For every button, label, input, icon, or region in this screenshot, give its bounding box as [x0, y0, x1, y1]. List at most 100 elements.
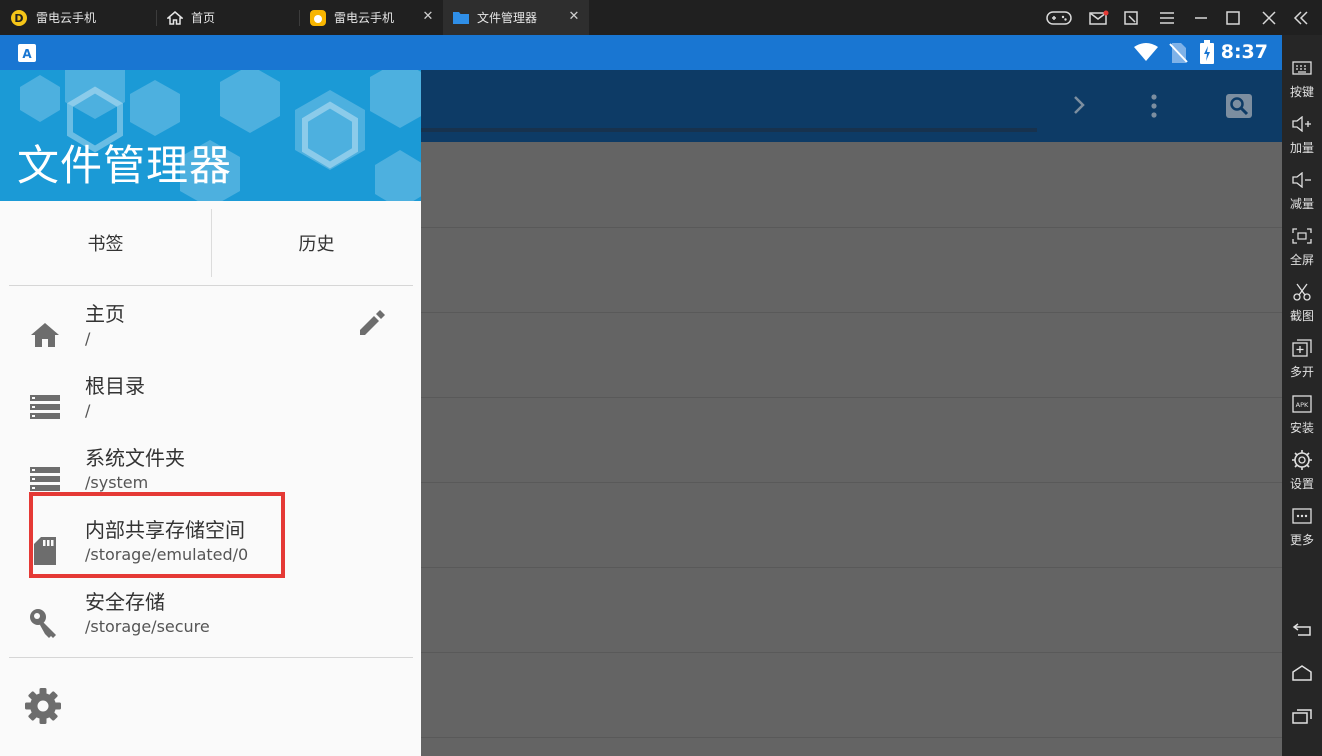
sidebar-label: 更多 — [1289, 533, 1314, 547]
fullscreen-icon — [1282, 224, 1322, 248]
scissors-icon — [1282, 280, 1322, 304]
svg-text:D: D — [14, 12, 23, 25]
svg-text:A: A — [22, 47, 32, 61]
list-divider — [421, 482, 1282, 483]
android-status-bar: A 8:37 — [0, 35, 1282, 70]
window-title-bar: D 雷电云手机 首页 雷电云手机 ✕ 文件管理器 ✕ — [0, 0, 1322, 35]
more-icon — [1282, 504, 1322, 528]
settings-gear-icon[interactable] — [22, 685, 64, 731]
drawer-item-title: 系统文件夹 — [85, 446, 185, 470]
edit-pencil-icon[interactable] — [356, 308, 386, 342]
emulator-sidebar: 按键 加量 减量 全屏 截图 多开 APK 安装 设置 更多 — [1282, 35, 1322, 756]
bookmarks-tab[interactable]: 书签 — [0, 209, 211, 277]
ldcloud-app-icon — [310, 9, 326, 26]
android-recents-button[interactable] — [1282, 703, 1322, 733]
tab-home[interactable]: 首页 — [157, 0, 300, 35]
drawer-item-path: / — [85, 329, 91, 348]
home-outline-icon — [1292, 665, 1312, 685]
drawer-item-title: 安全存储 — [85, 590, 165, 614]
highlight-box — [29, 492, 285, 578]
tab-file-manager[interactable]: 文件管理器 ✕ — [443, 0, 589, 35]
settings-icon — [1282, 448, 1322, 472]
tab-label: 首页 — [191, 11, 216, 25]
folder-icon — [453, 11, 469, 24]
drawer-item-path: /system — [85, 473, 149, 492]
toolbar-progress-track — [421, 128, 1037, 132]
drawer-item-title: 主页 — [85, 302, 125, 326]
sidebar-button-screenshot[interactable]: 截图 — [1282, 276, 1322, 330]
volume-up-icon — [1282, 112, 1322, 136]
tab-ldcloud-home[interactable]: D 雷电云手机 — [0, 0, 157, 35]
sidebar-label: 多开 — [1289, 365, 1314, 379]
home-icon — [28, 320, 62, 350]
close-icon[interactable]: ✕ — [567, 10, 581, 24]
drawer-item-path: /storage/secure — [85, 617, 210, 636]
list-divider — [421, 312, 1282, 313]
no-sim-icon — [1168, 42, 1188, 68]
minimize-icon[interactable] — [1184, 0, 1218, 35]
file-list-scrim[interactable] — [421, 142, 1282, 756]
sidebar-button-more[interactable]: 更多 — [1282, 500, 1322, 554]
drawer-divider — [9, 285, 413, 286]
sidebar-label: 加量 — [1289, 141, 1314, 155]
drawer-header: 文件管理器 — [0, 70, 421, 201]
storage-icon — [28, 464, 62, 494]
sidebar-button-fullscreen[interactable]: 全屏 — [1282, 220, 1322, 274]
sidebar-label: 减量 — [1289, 197, 1314, 211]
sidebar-button-multi-open[interactable]: 多开 — [1282, 332, 1322, 386]
gamepad-icon[interactable] — [1042, 0, 1076, 35]
sidebar-label: 截图 — [1289, 309, 1314, 323]
sidebar-button-volume-up[interactable]: 加量 — [1282, 108, 1322, 162]
tab-label: 文件管理器 — [477, 11, 538, 25]
drawer-title: 文件管理器 — [17, 141, 233, 190]
share-icon[interactable] — [1114, 0, 1148, 35]
menu-icon[interactable] — [1150, 0, 1184, 35]
drawer-item-home[interactable]: 主页 / — [0, 298, 421, 370]
tab-ldcloud-app[interactable]: 雷电云手机 ✕ — [300, 0, 443, 35]
close-icon[interactable]: ✕ — [421, 10, 435, 24]
status-clock: 8:37 — [1220, 41, 1268, 63]
list-divider — [421, 227, 1282, 228]
tab-label: 雷电云手机 — [334, 11, 395, 25]
sidebar-label: 安装 — [1289, 421, 1314, 435]
keyboard-icon — [1282, 56, 1322, 80]
sidebar-button-install[interactable]: APK 安装 — [1282, 388, 1322, 442]
close-window-icon[interactable] — [1252, 0, 1286, 35]
storage-icon — [28, 392, 62, 422]
navigation-drawer: 文件管理器 书签 历史 主页 / 根目录 / 系统文件夹 /system 内部共… — [0, 70, 421, 756]
drawer-item-root[interactable]: 根目录 / — [0, 370, 421, 442]
volume-down-icon — [1282, 168, 1322, 192]
mail-icon[interactable] — [1082, 0, 1116, 35]
app-toolbar — [421, 70, 1282, 142]
sidebar-label: 设置 — [1289, 477, 1314, 491]
collapse-sidebar-icon[interactable] — [1284, 0, 1318, 35]
wifi-icon — [1133, 42, 1159, 66]
tab-label: 雷电云手机 — [36, 11, 97, 25]
history-tab[interactable]: 历史 — [212, 209, 421, 277]
search-icon[interactable] — [1226, 94, 1252, 122]
sidebar-button-settings[interactable]: 设置 — [1282, 444, 1322, 498]
drawer-item-title: 根目录 — [85, 374, 145, 398]
list-divider — [421, 567, 1282, 568]
app-notification-icon: A — [17, 43, 37, 67]
battery-charging-icon — [1200, 40, 1214, 68]
sidebar-label: 按键 — [1289, 85, 1314, 99]
maximize-icon[interactable] — [1216, 0, 1250, 35]
ldcloud-logo-icon: D — [10, 9, 28, 27]
back-icon — [1292, 621, 1312, 640]
recents-icon — [1292, 708, 1312, 728]
android-home-button[interactable] — [1282, 660, 1322, 690]
sidebar-button-volume-down[interactable]: 减量 — [1282, 164, 1322, 218]
sidebar-button-keys[interactable]: 按键 — [1282, 52, 1322, 106]
chevron-right-icon[interactable] — [1071, 94, 1087, 120]
list-divider — [421, 737, 1282, 738]
drawer-item-path: / — [85, 401, 91, 420]
multi-open-icon — [1282, 336, 1322, 360]
more-vert-icon[interactable] — [1149, 94, 1159, 122]
list-divider — [421, 652, 1282, 653]
drawer-item-secure-storage[interactable]: 安全存储 /storage/secure — [0, 586, 421, 658]
svg-text:APK: APK — [1296, 401, 1309, 409]
key-icon — [28, 608, 62, 638]
android-back-button[interactable] — [1282, 615, 1322, 645]
sidebar-label: 全屏 — [1289, 253, 1314, 267]
